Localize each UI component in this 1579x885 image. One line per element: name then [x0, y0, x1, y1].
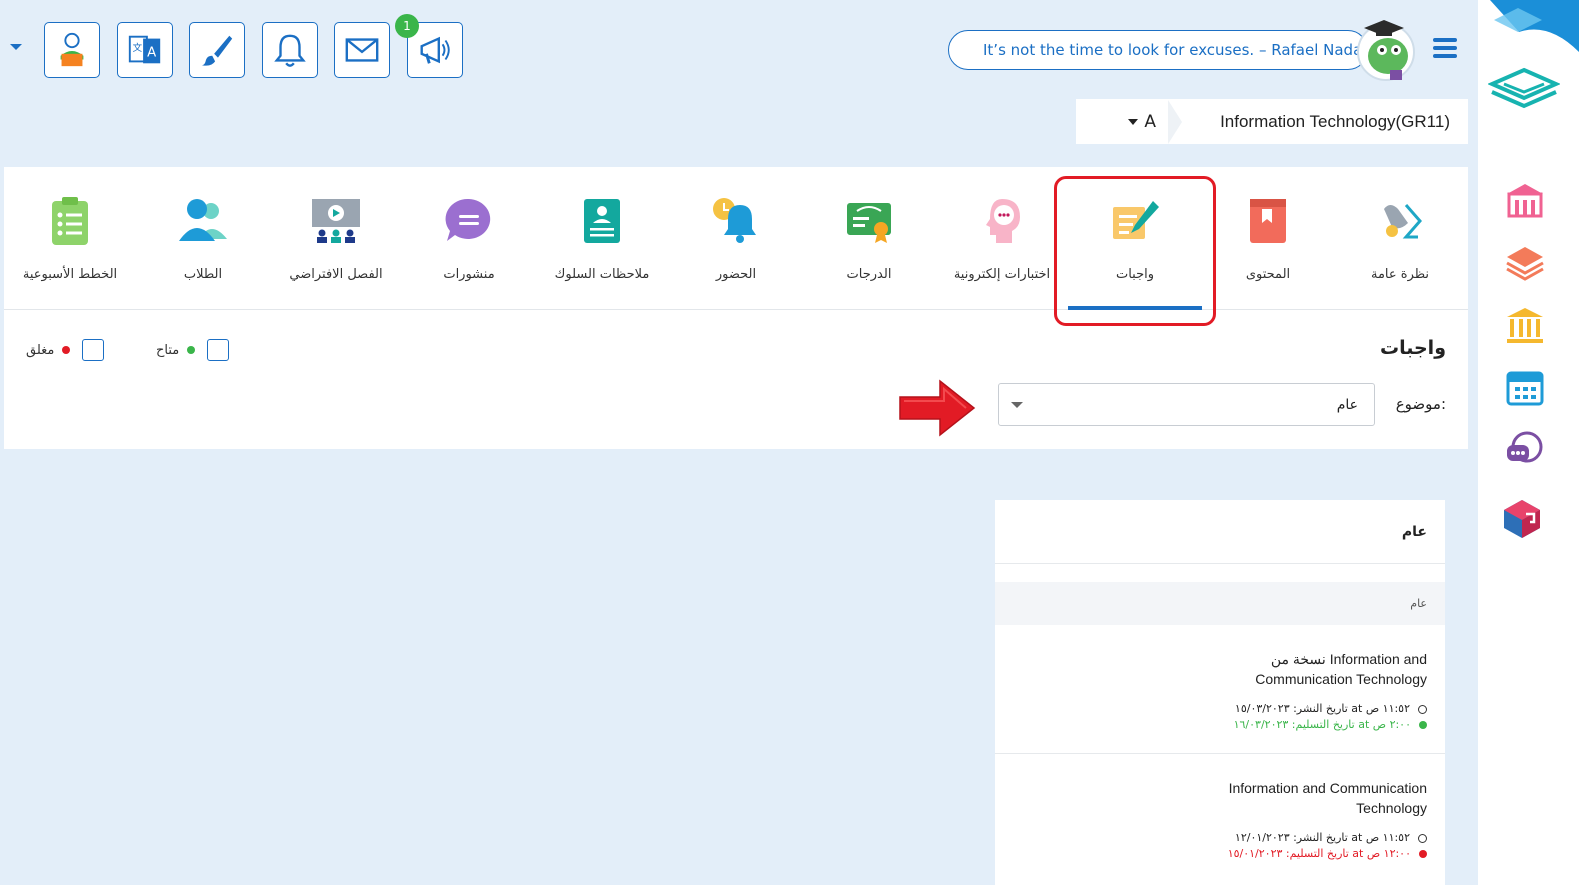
- section-dropdown[interactable]: A: [1076, 99, 1168, 144]
- certificate-icon: [847, 203, 891, 243]
- homework-title[interactable]: Information and Communication Technology: [1223, 778, 1427, 818]
- topic-select-value: عام: [1336, 396, 1358, 413]
- clock-icon: [1418, 833, 1427, 843]
- tab-posts[interactable]: منشورات: [409, 195, 529, 282]
- virtual-class-icon: [312, 199, 360, 243]
- tab-virtual-class-label: الفصل الافتراضي: [289, 267, 383, 282]
- cube-icon[interactable]: [1502, 498, 1542, 538]
- published-date: تاريخ النشر: ١٥/٠٣/٢٠٢٣ at ١١:٥٢ ص: [1234, 702, 1410, 715]
- tab-virtual-class[interactable]: الفصل الافتراضي: [276, 195, 396, 282]
- quote-text: It’s not the time to look for excuses. –…: [983, 41, 1367, 59]
- clipboard-icon: [52, 197, 88, 245]
- notification-badge: 1: [395, 14, 419, 38]
- account-dropdown-caret[interactable]: [10, 44, 22, 50]
- tab-grades-label: الدرجات: [846, 267, 892, 282]
- layers-icon[interactable]: [1505, 243, 1545, 283]
- tab-students[interactable]: الطلاب: [143, 195, 263, 282]
- tab-behavior-label: ملاحظات السلوك: [554, 267, 650, 282]
- legend-closed-checkbox[interactable]: [82, 339, 105, 361]
- list-item[interactable]: Information and Communication Technology…: [995, 754, 1445, 882]
- menu-button[interactable]: [1433, 38, 1457, 62]
- due-date: تاريخ التسليم: ١٥/٠١/٢٠٢٣ at ١٢:٠٠ ص: [1227, 847, 1411, 860]
- svg-text:文: 文: [133, 42, 143, 54]
- due-date: تاريخ التسليم: ١٦/٠٣/٢٠٢٣ at ٢:٠٠ ص: [1233, 718, 1411, 731]
- mascot-avatar: [1357, 20, 1415, 81]
- tab-overview[interactable]: نظرة عامة: [1340, 195, 1460, 282]
- tab-grades[interactable]: الدرجات: [809, 195, 929, 282]
- notifications-button[interactable]: [262, 22, 318, 78]
- legend-closed: مغلق: [26, 339, 105, 361]
- tab-quizzes-label: اختبارات إلكترونية: [953, 267, 1051, 282]
- clock-icon: [1418, 704, 1427, 714]
- tab-overview-label: نظرة عامة: [1370, 267, 1430, 282]
- attendance-bell-icon: [713, 198, 756, 243]
- card-header: عام: [995, 500, 1445, 564]
- teacher-icon: [60, 32, 84, 67]
- published-date: تاريخ النشر: ١٢/٠١/٢٠٢٣ at ١١:٥٢ ص: [1234, 831, 1410, 844]
- tab-content[interactable]: المحتوى: [1208, 195, 1328, 282]
- caret-down-icon: [1011, 401, 1023, 408]
- course-nav: نظرة عامة المحتوى واجبات اختبارات إلكترو…: [4, 167, 1468, 326]
- available-status-icon: [1419, 721, 1427, 729]
- profile-button[interactable]: [44, 22, 100, 78]
- red-dot-icon: [62, 346, 71, 354]
- chat-icon[interactable]: [1505, 429, 1545, 469]
- tab-behavior[interactable]: ملاحظات السلوك: [542, 195, 662, 282]
- tab-weekly-plans-label: الخطط الأسبوعية: [22, 267, 118, 282]
- bell-icon: [274, 34, 306, 67]
- topic-label: موضوع:: [1395, 395, 1446, 413]
- legend-available: متاح: [156, 339, 230, 361]
- page-title: واجبات: [1380, 337, 1446, 359]
- tab-attendance-label: الحضور: [715, 267, 757, 282]
- banner-flag-icon: [1490, 0, 1579, 52]
- calendar-icon[interactable]: [1505, 367, 1545, 407]
- institution-icon[interactable]: [1505, 305, 1545, 345]
- students-icon: [179, 199, 227, 241]
- school-icon[interactable]: [1505, 180, 1545, 220]
- quote-banner: It’s not the time to look for excuses. –…: [948, 30, 1368, 70]
- annotation-highlight-box: [1054, 176, 1216, 326]
- closed-status-icon: [1419, 850, 1427, 858]
- section-label: A: [1144, 111, 1156, 132]
- chat-bubble-icon: [445, 198, 491, 241]
- tab-weekly-plans[interactable]: الخطط الأسبوعية: [10, 195, 130, 282]
- behavior-notes-icon: [584, 199, 620, 243]
- list-item[interactable]: نسخة من Information and Communication Te…: [995, 625, 1445, 754]
- theme-button[interactable]: [189, 22, 245, 78]
- tab-attendance[interactable]: الحضور: [676, 195, 796, 282]
- legend-available-label: متاح: [156, 342, 180, 358]
- overview-icon: [1384, 204, 1422, 239]
- caret-down-icon: [1128, 118, 1139, 125]
- course-name: Information Technology(GR11): [1220, 111, 1450, 131]
- svg-text:A: A: [147, 46, 156, 61]
- messages-button[interactable]: [334, 22, 390, 78]
- main-panel: نظرة عامة المحتوى واجبات اختبارات إلكترو…: [4, 167, 1468, 449]
- green-dot-icon: [187, 346, 196, 354]
- annotation-arrow-icon: [899, 379, 976, 437]
- language-button[interactable]: A 文: [117, 22, 173, 78]
- tab-content-label: المحتوى: [1245, 267, 1291, 282]
- book-icon: [1250, 199, 1286, 243]
- app-logo-icon[interactable]: [1488, 66, 1560, 114]
- mail-icon: [345, 38, 379, 62]
- topic-select[interactable]: عام: [998, 383, 1375, 426]
- legend-closed-label: مغلق: [26, 342, 55, 358]
- tab-quizzes[interactable]: اختبارات إلكترونية: [942, 195, 1062, 282]
- homework-list-card: عام عام نسخة من Information and Communic…: [995, 500, 1445, 885]
- megaphone-icon: [420, 36, 450, 64]
- tab-posts-label: منشورات: [443, 267, 495, 282]
- legend-available-checkbox[interactable]: [207, 339, 230, 361]
- group-header: عام: [995, 582, 1445, 625]
- tab-students-label: الطلاب: [183, 267, 223, 282]
- course-selector[interactable]: A Information Technology(GR11): [1076, 99, 1468, 144]
- right-sidebar: [1478, 0, 1579, 885]
- brush-icon: [201, 35, 233, 66]
- quiz-icon: [986, 199, 1020, 243]
- homework-title[interactable]: نسخة من Information and Communication Te…: [1223, 649, 1427, 689]
- translate-icon: A 文: [128, 35, 161, 64]
